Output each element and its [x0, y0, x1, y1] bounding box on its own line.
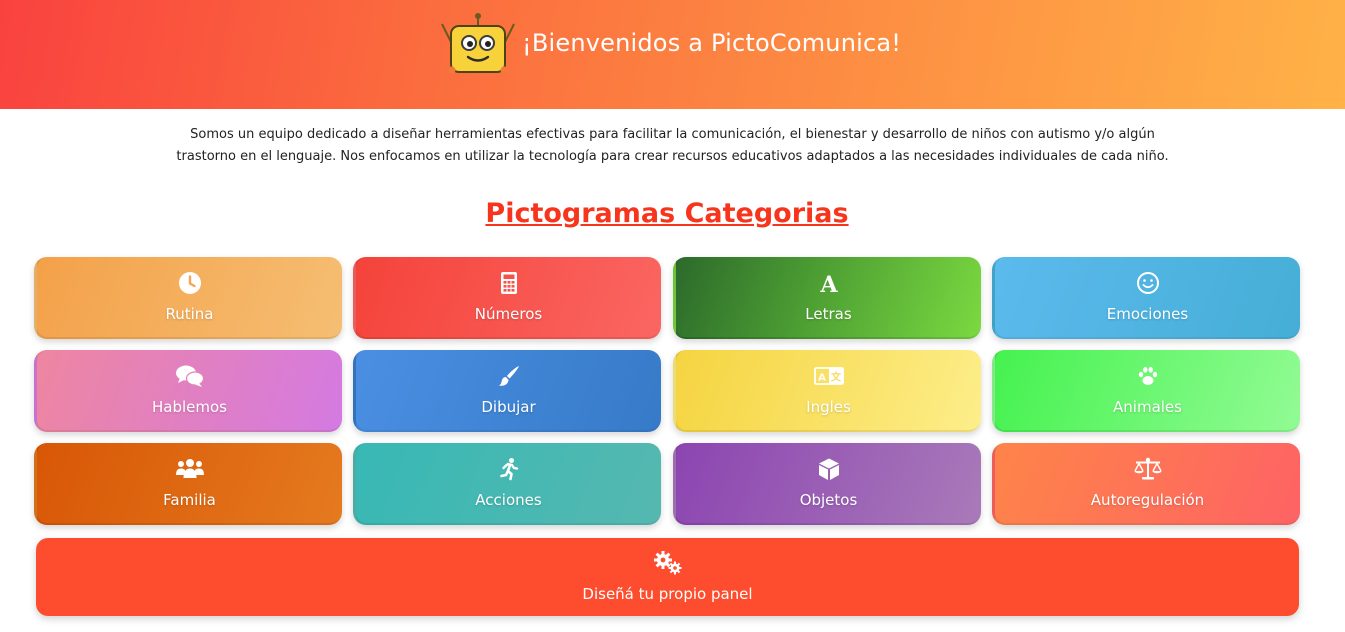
category-label: Objetos	[799, 491, 858, 509]
category-tile-animales[interactable]: Animales	[992, 350, 1300, 432]
category-tile-objetos[interactable]: Objetos	[673, 443, 981, 525]
design-panel-label: Diseñá tu propio panel	[582, 585, 753, 603]
calculator-icon	[500, 272, 517, 294]
letter-a-icon: A	[819, 272, 838, 295]
category-tile-hablemos[interactable]: Hablemos	[34, 350, 342, 432]
chat-bubbles-icon	[175, 365, 204, 387]
clock-icon	[178, 272, 201, 294]
category-label: Letras	[805, 305, 852, 323]
cube-icon	[818, 458, 839, 480]
paintbrush-icon	[498, 366, 519, 386]
header-banner: ¡Bienvenidos a PictoComunica!	[0, 0, 1345, 109]
balance-scale-icon	[1133, 457, 1162, 480]
gears-icon	[653, 551, 681, 575]
category-tile-autoregulacion[interactable]: Autoregulación	[992, 443, 1300, 525]
category-tile-ingles[interactable]: A 文 Ingles	[673, 350, 981, 432]
brand: ¡Bienvenidos a PictoComunica!	[440, 10, 901, 76]
design-panel-button[interactable]: Diseñá tu propio panel	[36, 538, 1299, 616]
smile-icon	[1136, 272, 1159, 294]
category-tile-dibujar[interactable]: Dibujar	[353, 350, 661, 432]
category-label: Animales	[1113, 398, 1182, 416]
users-icon	[175, 459, 204, 478]
category-tile-acciones[interactable]: Acciones	[353, 443, 661, 525]
category-tile-emociones[interactable]: Emociones	[992, 257, 1300, 339]
category-tile-letras[interactable]: A Letras	[673, 257, 981, 339]
category-label: Autoregulación	[1090, 491, 1205, 509]
category-tile-familia[interactable]: Familia	[34, 443, 342, 525]
category-tile-numeros[interactable]: Números	[353, 257, 661, 339]
category-label: Emociones	[1106, 305, 1189, 323]
language-icon: A 文	[813, 367, 844, 385]
svg-text:A: A	[818, 373, 826, 384]
svg-text:A: A	[819, 272, 838, 295]
category-label: Familia	[163, 491, 216, 509]
running-person-icon	[499, 458, 518, 481]
site-title: ¡Bienvenidos a PictoComunica!	[522, 29, 902, 57]
section-title[interactable]: Pictogramas Categorias	[0, 198, 1334, 229]
category-label: Acciones	[475, 491, 542, 509]
svg-text:文: 文	[831, 371, 842, 384]
category-tile-rutina[interactable]: Rutina	[34, 257, 342, 339]
paw-icon	[1138, 366, 1157, 385]
robot-logo-icon	[441, 13, 515, 74]
intro-paragraph: Somos un equipo dedicado a diseñar herra…	[176, 127, 1169, 164]
category-label: Ingles	[806, 398, 851, 416]
category-label: Números	[474, 305, 543, 323]
category-label: Hablemos	[152, 398, 227, 416]
category-label: Rutina	[165, 305, 214, 323]
category-label: Dibujar	[481, 398, 536, 416]
